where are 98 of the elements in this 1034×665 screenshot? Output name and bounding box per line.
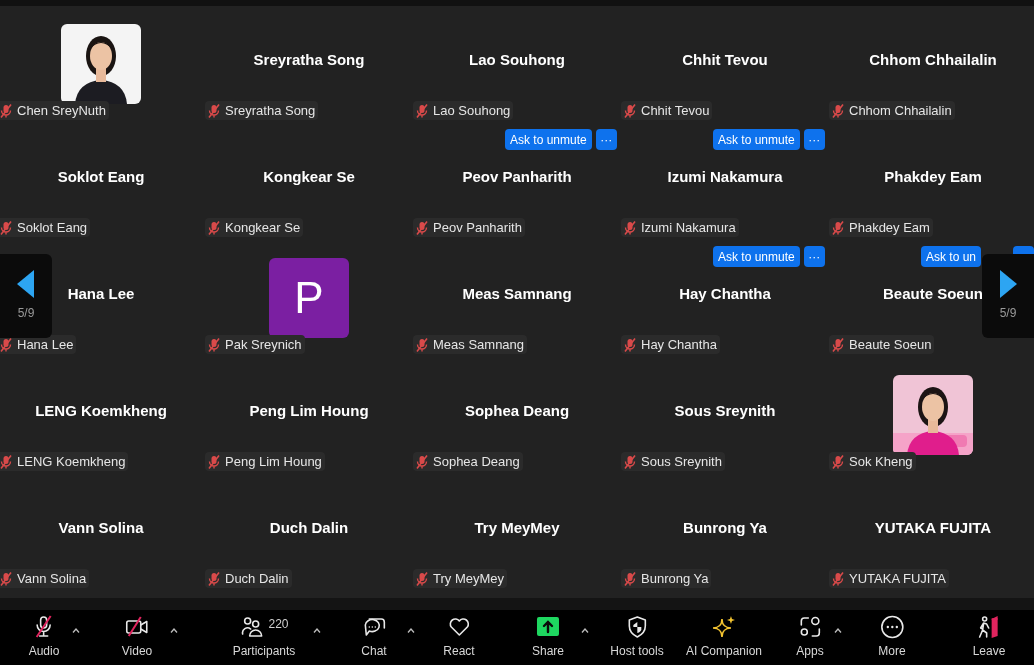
participant-name: LENG Koemkheng	[35, 401, 167, 422]
participant-name: Kongkear Se	[263, 167, 355, 188]
name-tag-text: Bunrong Ya	[641, 569, 709, 588]
name-tag-text: Peng Lim Houng	[225, 452, 322, 471]
name-tag-text: Chhom Chhailalin	[849, 101, 952, 120]
name-tag-text: Izumi Nakamura	[641, 218, 736, 237]
participant-count: 220	[268, 616, 289, 633]
participant-name: Phakdey Eam	[884, 167, 982, 188]
toolbar-button[interactable]: Audio	[28, 610, 60, 665]
previous-page-button[interactable]: 5/9	[0, 254, 52, 338]
initial-avatar: P	[269, 257, 349, 338]
caret-icon	[313, 627, 321, 633]
left-triangle-icon	[17, 270, 35, 298]
heart-icon	[447, 615, 471, 639]
right-triangle-icon	[999, 270, 1017, 298]
toolbar-label: Video	[121, 643, 153, 660]
name-tag-text: Lao Souhong	[433, 101, 511, 120]
participant-name: Lao Souhong	[469, 50, 565, 71]
participant-name: Try MeyMey	[474, 518, 560, 539]
page-indicator: 5/9	[17, 305, 35, 322]
toolbar-label: Share	[532, 643, 564, 660]
participant-name: Chhom Chhailalin	[869, 50, 997, 71]
toolbar-button[interactable]: Share	[532, 610, 564, 665]
toolbar-label: Participants	[232, 643, 296, 660]
name-tag-text: Meas Samnang	[433, 335, 525, 354]
toolbar-button[interactable]: React	[443, 610, 475, 665]
participant-name: Meas Samnang	[462, 284, 572, 305]
name-tag-text: Phakdey Eam	[849, 218, 930, 237]
name-tag-text: Sreyratha Song	[225, 101, 316, 120]
more-options-button[interactable]: ···	[595, 129, 617, 150]
name-tag-text: Duch Dalin	[225, 569, 289, 588]
participant-name: Peng Lim Houng	[249, 401, 369, 422]
next-page-button[interactable]: 5/9	[982, 254, 1034, 338]
name-tag-text: Chhit Tevou	[641, 101, 710, 120]
name-tag-text: Beaute Soeun	[849, 335, 932, 354]
name-tag-text: Kongkear Se	[225, 218, 301, 237]
more-options-button[interactable]: ···	[803, 246, 825, 267]
participant-name: YUTAKA FUJITA	[874, 518, 992, 539]
caret-icon	[407, 627, 415, 633]
toolbar-label: Chat	[361, 643, 387, 660]
name-tag-text: Pak Sreynich	[225, 335, 302, 354]
toolbar-button[interactable]: Host tools	[610, 610, 664, 665]
more-options-button[interactable]	[1013, 246, 1034, 254]
toolbar-button[interactable]: Apps	[796, 610, 824, 665]
name-tag-text: Peov Panharith	[433, 218, 522, 237]
participant-name: Soklot Eang	[57, 167, 145, 188]
toolbar-label: Host tools	[610, 643, 664, 660]
caret-icon	[170, 627, 178, 633]
name-tag-text: Sous Sreynith	[641, 452, 722, 471]
toolbar-button[interactable]: Chat	[361, 610, 387, 665]
participant-name: Hay Chantha	[679, 284, 771, 305]
page-indicator: 5/9	[999, 305, 1017, 322]
name-tag-text: Hay Chantha	[641, 335, 717, 354]
toolbar-label: Leave	[972, 643, 1006, 660]
participant-name: Bunrong Ya	[683, 518, 767, 539]
participant-name: Izumi Nakamura	[667, 167, 783, 188]
name-tag-text: Soklot Eang	[17, 218, 88, 237]
toolbar-label: React	[443, 643, 475, 660]
more-options-button[interactable]: ···	[803, 129, 825, 150]
caret-icon	[581, 627, 589, 633]
chat-bubbles-icon	[362, 615, 386, 639]
toolbar-button[interactable]: Leave	[972, 610, 1006, 665]
participant-name: Beaute Soeun	[883, 284, 983, 305]
toolbar-label: AI Companion	[686, 643, 762, 660]
toolbar-label: More	[878, 643, 906, 660]
toolbar-button[interactable]: More	[878, 610, 906, 665]
name-tag-text: LENG Koemkheng	[17, 452, 126, 471]
caret-icon	[834, 627, 842, 633]
toolbar-button[interactable]: AI Companion	[686, 610, 762, 665]
participant-name: Duch Dalin	[269, 518, 349, 539]
name-tag-text: Hana Lee	[17, 335, 74, 354]
name-tag-text: YUTAKA FUJITA	[849, 569, 947, 588]
toolbar-button[interactable]: 220 Participants	[232, 610, 296, 665]
participant-name: Peov Panharith	[462, 167, 572, 188]
ask-to-unmute-button[interactable]: Ask to un	[921, 246, 982, 267]
ask-to-unmute-button[interactable]: Ask to unmute	[713, 129, 800, 150]
participant-name: Sophea Deang	[464, 401, 570, 422]
name-tag-text: Try MeyMey	[433, 569, 505, 588]
apps-icon	[798, 615, 822, 639]
toolbar-label: Apps	[796, 643, 824, 660]
more-icon	[880, 615, 904, 639]
name-tag-text: Chen SreyNuth	[17, 101, 106, 120]
ask-to-unmute-button[interactable]: Ask to unmute	[505, 129, 592, 150]
participant-name: Chhit Tevou	[682, 50, 768, 71]
participant-name: Vann Solina	[58, 518, 144, 539]
toolbar-button[interactable]: Video	[121, 610, 153, 665]
ask-to-unmute-button[interactable]: Ask to unmute	[713, 246, 800, 267]
participant-name: Hana Lee	[67, 284, 135, 305]
exit-door-icon	[977, 615, 1001, 639]
participant-name: Sreyratha Song	[253, 50, 365, 71]
name-tag-text: Sok Kheng	[849, 452, 913, 471]
name-tag-text: Sophea Deang	[433, 452, 520, 471]
participant-name: Sous Sreynith	[674, 401, 776, 422]
toolbar-label: Audio	[28, 643, 60, 660]
people-icon	[239, 615, 264, 639]
sparkle-icon	[712, 615, 736, 639]
name-tag-text: Vann Solina	[17, 569, 87, 588]
caret-icon	[72, 627, 80, 633]
